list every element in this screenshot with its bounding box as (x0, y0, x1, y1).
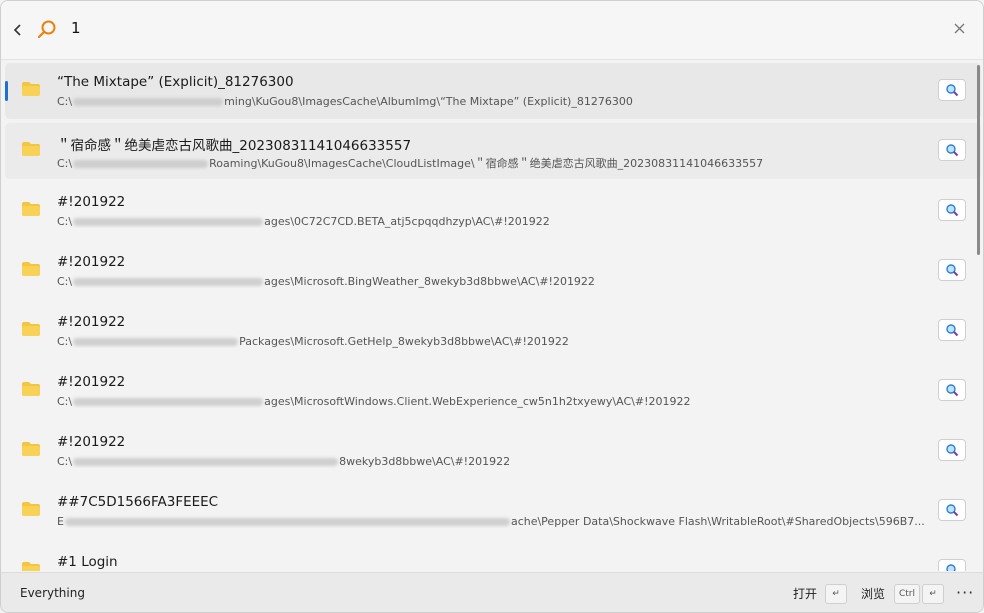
result-path: Eache\Pepper Data\Shockwave Flash\Writab… (57, 515, 925, 528)
result-title: ##7C5D1566FA3FEEEC (57, 494, 219, 510)
search-bar: 1 (1, 1, 983, 60)
result-path: C:\ ages\0C72C7CD.BETA_atj5cpqqdhzyp\AC\#… (57, 215, 550, 228)
folder-icon (22, 262, 40, 276)
close-icon (954, 23, 964, 34)
redacted-path (73, 218, 264, 226)
magnifier-preview-icon (946, 144, 959, 157)
selection-indicator (5, 81, 8, 101)
folder-icon (22, 202, 40, 216)
preview-button[interactable] (938, 439, 966, 461)
result-title: ＂宿命感＂绝美虐恋古风歌曲_20230831141046633557 (57, 138, 412, 154)
result-row[interactable]: ##7C5D1566FA3FEEEC Eache\Pepper Data\Sho… (5, 483, 981, 539)
browse-action-label[interactable]: 浏览 (861, 585, 885, 602)
plugin-source-label: Everything (20, 586, 85, 600)
result-path: C:\ 8wekyb3d8bbwe\AC\#!201922 (57, 455, 511, 468)
folder-icon (22, 382, 40, 396)
results-list: “The Mixtape” (Explicit)_81276300 C:\ min… (5, 63, 981, 571)
folder-icon (22, 562, 40, 571)
result-title: #!201922 (57, 314, 126, 330)
folder-icon (22, 82, 40, 96)
ctrl-key-hint: Ctrl (894, 584, 920, 604)
preview-button[interactable] (938, 559, 966, 571)
magnifier-preview-icon (946, 324, 959, 337)
magnifier-preview-icon (946, 84, 959, 97)
magnifier-preview-icon (946, 384, 959, 397)
magnifier-preview-icon (946, 264, 959, 277)
result-row[interactable]: #1 Login (5, 543, 981, 571)
magnifier-preview-icon (946, 444, 959, 457)
preview-button[interactable] (938, 139, 966, 161)
back-button[interactable] (9, 19, 27, 41)
result-title: #!201922 (57, 194, 126, 210)
result-row[interactable]: #!201922 C:\ Packages\Microsoft.GetHelp_8… (5, 303, 981, 359)
result-row[interactable]: #!201922 C:\ ages\Microsoft.BingWeather_8… (5, 243, 981, 299)
preview-button[interactable] (938, 199, 966, 221)
redacted-path (73, 338, 239, 346)
scrollbar-thumb[interactable] (977, 65, 980, 255)
result-row[interactable]: #!201922 C:\ 8wekyb3d8bbwe\AC\#!201922 (5, 423, 981, 479)
result-path: C:\ Packages\Microsoft.GetHelp_8wekyb3d8b… (57, 335, 569, 348)
folder-icon (22, 442, 40, 456)
enter-key-hint: ↵ (825, 584, 847, 604)
folder-icon (22, 322, 40, 336)
result-row[interactable]: ＂宿命感＂绝美虐恋古风歌曲_20230831141046633557 C:\ Ro… (5, 123, 981, 179)
result-title: #!201922 (57, 434, 126, 450)
magnifier-preview-icon (946, 564, 956, 571)
redacted-path (73, 98, 224, 106)
result-row[interactable]: “The Mixtape” (Explicit)_81276300 C:\ min… (5, 63, 981, 119)
result-path: C:\ ming\KuGou8\ImagesCache\AlbumImg\“The… (57, 95, 633, 108)
preview-button[interactable] (938, 259, 966, 281)
result-row[interactable]: #!201922 C:\ ages\0C72C7CD.BETA_atj5cpqqd… (5, 183, 981, 239)
redacted-path (73, 398, 264, 406)
folder-icon (22, 142, 40, 156)
search-input[interactable]: 1 (71, 19, 81, 37)
result-title: #!201922 (57, 254, 126, 270)
result-path: C:\ ages\Microsoft.BingWeather_8wekyb3d8b… (57, 275, 595, 288)
redacted-path (73, 160, 209, 168)
preview-button[interactable] (938, 319, 966, 341)
open-action-label[interactable]: 打开 (793, 585, 817, 602)
preview-button[interactable] (938, 499, 966, 521)
result-path: C:\ Roaming\KuGou8\ImagesCache\CloudListI… (57, 157, 764, 170)
search-icon (36, 18, 58, 40)
result-path: C:\ ages\MicrosoftWindows.Client.WebExper… (57, 395, 691, 408)
enter-key-hint-2: ↵ (922, 584, 944, 604)
result-title: #1 Login (57, 554, 118, 570)
folder-icon (22, 502, 40, 516)
redacted-path (64, 518, 510, 526)
footer-bar: Everything 打开 ↵ 浏览 Ctrl ↵ ··· (1, 572, 983, 612)
redacted-path (73, 278, 264, 286)
magnifier-preview-icon (946, 204, 959, 217)
magnifier-preview-icon (946, 504, 959, 517)
preview-button[interactable] (938, 379, 966, 401)
result-title: “The Mixtape” (Explicit)_81276300 (57, 74, 294, 90)
result-row[interactable]: #!201922 C:\ ages\MicrosoftWindows.Client… (5, 363, 981, 419)
redacted-path (73, 458, 339, 466)
chevron-left-icon (13, 24, 21, 36)
launcher-window: 1 “The Mixtape” (Explicit)_81276300 C:\ m… (0, 0, 984, 613)
close-button[interactable] (949, 19, 969, 39)
preview-button[interactable] (938, 79, 966, 101)
more-options-button[interactable]: ··· (956, 583, 974, 602)
result-title: #!201922 (57, 374, 126, 390)
